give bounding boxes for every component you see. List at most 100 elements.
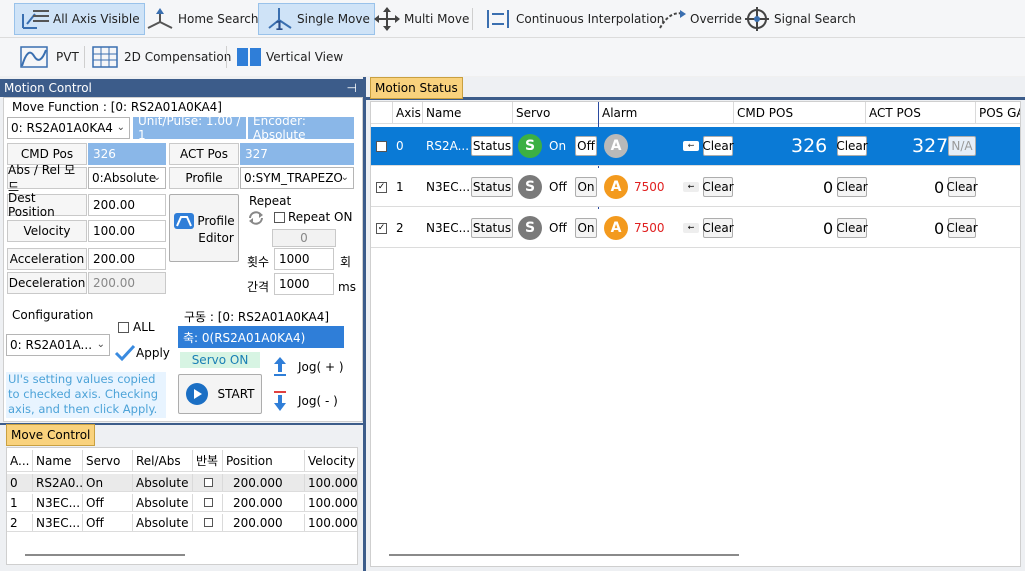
motion-status-header: Axis Name Servo Alarm CMD POS ACT POS PO… bbox=[371, 102, 1020, 124]
profile-label: Profile bbox=[169, 167, 239, 189]
alarm-active-icon: A bbox=[604, 216, 628, 240]
velocity-input[interactable]: 100.00 bbox=[88, 220, 166, 242]
home-search-button[interactable]: Home Search bbox=[140, 3, 262, 35]
cell: 0 bbox=[7, 474, 33, 491]
config-axis-select[interactable]: 0: RS2A01A... ⌄ bbox=[6, 334, 110, 356]
repeat-checkbox[interactable] bbox=[204, 518, 213, 527]
table-row[interactable]: ✓ 2 N3EC... Status S Off On A 7500 ⇜ Cle… bbox=[371, 209, 1020, 248]
table-row[interactable]: ✓ 1 N3EC... Status S Off On A 7500 ⇜ Cle… bbox=[371, 168, 1020, 207]
2d-compensation-button[interactable]: 2D Compensation bbox=[86, 41, 235, 73]
servo-on-icon: S bbox=[518, 134, 542, 158]
pin-icon[interactable]: ⊣ bbox=[347, 79, 357, 97]
row-checkbox[interactable]: ✓ bbox=[376, 223, 387, 234]
profile-editor-button[interactable]: Profile Editor bbox=[169, 194, 239, 262]
act-clear-button[interactable]: N/A bbox=[948, 136, 976, 156]
all-checkbox[interactable] bbox=[118, 322, 129, 333]
col-position[interactable]: Position bbox=[223, 450, 305, 471]
col-repeat[interactable]: 반복 bbox=[193, 450, 223, 471]
move-control-grid: A... Name Servo Rel/Abs 반복 Position Velo… bbox=[6, 447, 358, 565]
times-input[interactable]: 1000 bbox=[274, 248, 334, 270]
tab-motion-status[interactable]: Motion Status bbox=[370, 77, 463, 99]
continuous-interpolation-button[interactable]: Continuous Interpolation bbox=[478, 3, 668, 35]
cell: 200.000 bbox=[223, 494, 305, 511]
reset-icon[interactable]: ⇜ bbox=[683, 182, 699, 192]
tab-move-control[interactable]: Move Control bbox=[6, 424, 96, 446]
servo-toggle-button[interactable]: On bbox=[575, 218, 597, 238]
alarm-clear-button[interactable]: Clear bbox=[702, 218, 734, 238]
col-cmd-pos[interactable]: CMD POS bbox=[734, 102, 866, 123]
start-label: START bbox=[217, 387, 255, 401]
table-row[interactable]: 2 N3EC... Off Absolute 200.000 100.000 bbox=[7, 514, 357, 532]
reset-icon[interactable]: ⇜ bbox=[683, 141, 699, 151]
row-checkbox[interactable]: ✓ bbox=[376, 182, 387, 193]
axis-cell: 1 bbox=[396, 180, 404, 194]
reset-icon[interactable]: ⇜ bbox=[683, 223, 699, 233]
col-velocity[interactable]: Velocity bbox=[305, 450, 357, 471]
drive-label: 구동 : [0: RS2A01A0KA4] bbox=[184, 310, 330, 324]
single-move-button[interactable]: 1 Single Move bbox=[258, 3, 375, 35]
table-row[interactable]: ✓ 0 RS2A... Status S On Off A ⇜ Clear 32… bbox=[371, 127, 1020, 166]
status-button[interactable]: Status bbox=[471, 177, 513, 197]
col-pos-gain[interactable]: POS GA bbox=[976, 102, 1020, 123]
table-row[interactable]: 0 RS2A0... On Absolute 200.000 100.000 bbox=[7, 474, 357, 492]
unit-pulse-display: Unit/Pulse: 1.00 / 1 bbox=[133, 114, 246, 142]
cmd-clear-button[interactable]: Clear bbox=[836, 218, 868, 238]
alarm-clear-button[interactable]: Clear bbox=[702, 177, 734, 197]
abs-rel-select[interactable]: 0:Absolute ⌄ bbox=[88, 167, 166, 189]
svg-text:1: 1 bbox=[275, 19, 283, 32]
interval-input[interactable]: 1000 bbox=[274, 273, 334, 295]
axis-cell: 2 bbox=[396, 221, 404, 235]
table-row[interactable]: 1 N3EC... Off Absolute 200.000 100.000 bbox=[7, 494, 357, 512]
motion-control-panel: Motion Control ⊣ Move Function : [0: RS2… bbox=[0, 77, 366, 571]
multi-move-button[interactable]: Multi Move bbox=[368, 3, 473, 35]
repeat-checkbox[interactable] bbox=[204, 498, 213, 507]
jog-plus-label: Jog( + ) bbox=[298, 360, 344, 374]
cmd-clear-button[interactable]: Clear bbox=[836, 177, 868, 197]
pvt-button[interactable]: PVT bbox=[14, 41, 83, 73]
cmd-clear-button[interactable]: Clear bbox=[836, 136, 868, 156]
col-alarm[interactable]: Alarm bbox=[599, 102, 734, 123]
profile-select[interactable]: 0:SYM_TRAPEZO ⌄ bbox=[240, 167, 354, 189]
col-name[interactable]: Name bbox=[423, 102, 513, 123]
jog-plus-button[interactable]: Jog( + ) bbox=[272, 356, 344, 378]
apply-button[interactable]: Apply bbox=[114, 344, 170, 362]
col-servo[interactable]: Servo bbox=[83, 450, 133, 471]
act-pos-cell: 327 bbox=[912, 135, 949, 157]
col-axis[interactable]: Axis bbox=[393, 102, 423, 123]
drive-axis-display: 축: 0(RS2A01A0KA4) bbox=[178, 326, 344, 348]
status-button[interactable]: Status bbox=[471, 218, 513, 238]
abs-rel-value: 0:Absolute bbox=[92, 171, 157, 185]
override-button[interactable]: Override bbox=[652, 3, 746, 35]
signal-search-button[interactable]: Signal Search bbox=[738, 3, 860, 35]
dest-position-input[interactable]: 200.00 bbox=[88, 194, 166, 216]
status-button[interactable]: Status bbox=[471, 136, 513, 156]
col-check bbox=[371, 102, 393, 123]
servo-toggle-button[interactable]: Off bbox=[575, 136, 597, 156]
start-button[interactable]: START bbox=[178, 374, 262, 414]
repeat-checkbox[interactable] bbox=[204, 478, 213, 487]
all-axis-visible-button[interactable]: All Axis Visible bbox=[14, 3, 145, 35]
dest-position-label: Dest Position bbox=[7, 191, 87, 219]
acceleration-input[interactable]: 200.00 bbox=[88, 248, 166, 270]
pvt-label: PVT bbox=[56, 50, 79, 64]
col-name[interactable]: Name bbox=[33, 450, 83, 471]
row-checkbox[interactable]: ✓ bbox=[376, 141, 387, 152]
deceleration-label: Deceleration bbox=[7, 272, 87, 294]
col-rel-abs[interactable]: Rel/Abs bbox=[133, 450, 193, 471]
alarm-active-icon: A bbox=[604, 175, 628, 199]
act-clear-button[interactable]: Clear bbox=[946, 218, 978, 238]
servo-toggle-button[interactable]: On bbox=[575, 177, 597, 197]
vertical-view-button[interactable]: Vertical View bbox=[230, 41, 347, 73]
act-clear-button[interactable]: Clear bbox=[946, 177, 978, 197]
chevron-down-icon: ⌄ bbox=[340, 172, 349, 183]
repeat-on-checkbox[interactable] bbox=[274, 212, 285, 223]
axis-select[interactable]: 0: RS2A01A0KA4 ⌄ bbox=[7, 117, 130, 139]
col-axis[interactable]: A... bbox=[7, 450, 33, 471]
horizontal-scrollbar[interactable] bbox=[25, 554, 185, 556]
col-servo[interactable]: Servo bbox=[513, 102, 599, 123]
alarm-clear-button[interactable]: Clear bbox=[702, 136, 734, 156]
jog-minus-button[interactable]: Jog( - ) bbox=[272, 390, 338, 412]
col-act-pos[interactable]: ACT POS bbox=[866, 102, 976, 123]
horizontal-scrollbar[interactable] bbox=[389, 554, 739, 556]
deceleration-input[interactable]: 200.00 bbox=[88, 272, 166, 294]
